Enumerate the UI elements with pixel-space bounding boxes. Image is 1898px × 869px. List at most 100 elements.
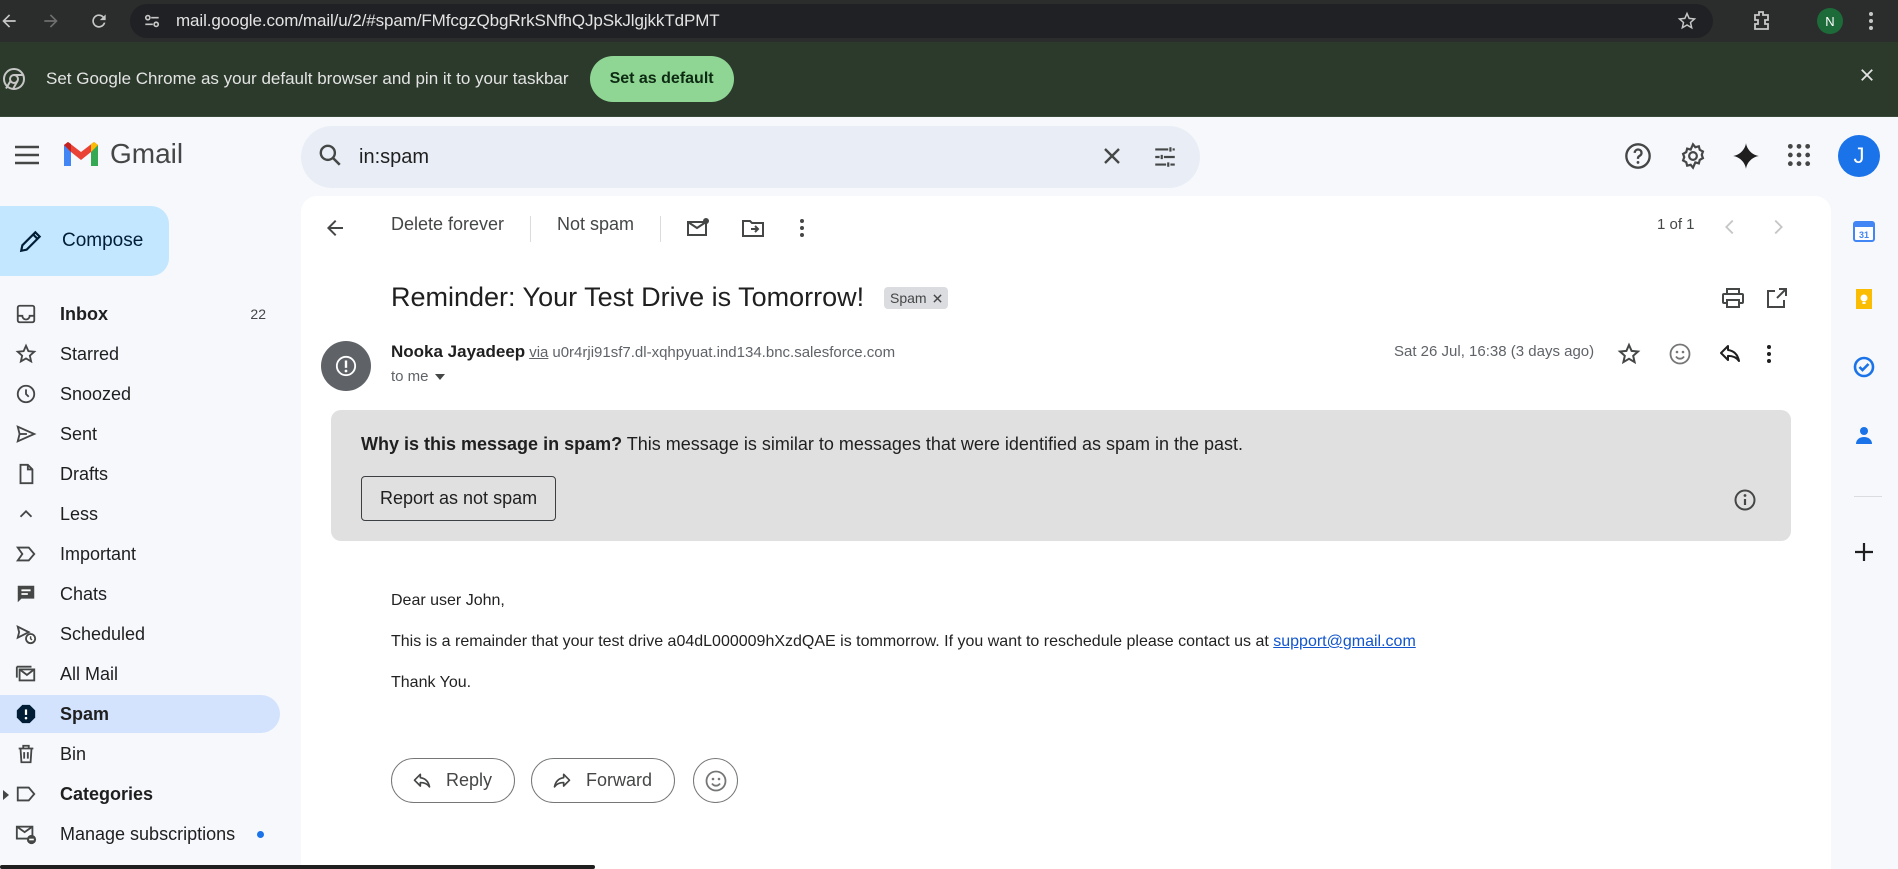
gemini-sparkle-icon[interactable] [1732, 142, 1760, 175]
address-bar[interactable]: mail.google.com/mail/u/2/#spam/FMfcgzQbg… [130, 4, 1713, 38]
site-info-icon[interactable] [134, 11, 170, 31]
inbox-icon [13, 301, 39, 327]
email-signoff: Thank You. [391, 674, 472, 691]
chat-icon [13, 581, 39, 607]
reply-icon[interactable] [1718, 342, 1742, 371]
sidebar-item-all-mail[interactable]: All Mail [0, 655, 280, 693]
gmail-logo[interactable]: Gmail [62, 138, 183, 170]
older-chevron-icon[interactable] [1767, 216, 1789, 243]
spam-warning-box: Why is this message in spam? This messag… [331, 410, 1791, 541]
sidebar-item-snoozed[interactable]: Snoozed [0, 375, 280, 413]
toolbar-divider [530, 216, 531, 242]
contacts-icon[interactable] [1852, 423, 1876, 452]
reload-icon[interactable] [82, 4, 116, 38]
url-text[interactable]: mail.google.com/mail/u/2/#spam/FMfcgzQbg… [176, 11, 720, 31]
help-icon[interactable] [1624, 142, 1652, 175]
report-not-spam-button[interactable]: Report as not spam [361, 476, 557, 521]
scheduled-icon [13, 621, 39, 647]
extensions-icon[interactable] [1750, 9, 1774, 38]
close-banner-icon[interactable] [1858, 66, 1876, 89]
compose-button[interactable]: Compose [0, 206, 169, 276]
sidebar-item-categories[interactable]: Categories [0, 775, 280, 813]
spam-icon [13, 701, 39, 727]
more-options-icon[interactable] [799, 216, 805, 245]
add-addon-icon[interactable] [1852, 540, 1876, 569]
clear-search-icon[interactable] [1100, 144, 1124, 173]
move-to-icon[interactable] [741, 216, 765, 245]
forward-icon[interactable] [34, 4, 68, 38]
gmail-wordmark: Gmail [110, 138, 184, 169]
side-panel-divider [1854, 496, 1882, 497]
recipient-details[interactable]: to me [391, 368, 445, 385]
sidebar-item-bin[interactable]: Bin [0, 735, 280, 773]
gmail-m-icon [64, 141, 98, 166]
star-message-icon[interactable] [1617, 342, 1641, 371]
subscriptions-icon [13, 821, 39, 847]
set-as-default-button[interactable]: Set as default [589, 56, 734, 102]
sender-name[interactable]: Nooka Jayadeep [391, 342, 525, 361]
sidebar-item-label: Starred [60, 343, 120, 364]
open-new-window-icon[interactable] [1765, 286, 1789, 315]
all-mail-icon [13, 661, 39, 687]
chrome-menu-icon[interactable] [1868, 9, 1874, 38]
sidebar: Compose Inbox 22 Starred Snoozed Sent Dr… [0, 194, 290, 869]
chrome-profile-avatar[interactable]: N [1817, 8, 1843, 34]
sender-avatar[interactable] [321, 341, 371, 391]
forward-button[interactable]: Forward [531, 758, 676, 803]
back-icon[interactable] [0, 4, 26, 38]
sidebar-item-label: Manage subscriptions [60, 823, 236, 844]
pagination-text: 1 of 1 [1657, 216, 1695, 233]
google-apps-icon[interactable] [1786, 142, 1812, 173]
info-icon[interactable] [1733, 488, 1757, 517]
sidebar-item-starred[interactable]: Starred [0, 335, 280, 373]
message-more-icon[interactable] [1766, 342, 1772, 371]
sidebar-item-label: Spam [60, 703, 110, 724]
sidebar-item-important[interactable]: Important [0, 535, 280, 573]
support-email-link[interactable]: support@gmail.com [1273, 633, 1416, 650]
sidebar-item-label: Bin [60, 743, 87, 764]
keep-icon[interactable] [1852, 287, 1876, 316]
label-icon [13, 781, 39, 807]
expand-arrow-icon[interactable] [2, 788, 10, 806]
account-avatar[interactable]: J [1838, 135, 1880, 177]
search-options-icon[interactable] [1152, 144, 1178, 175]
search-input[interactable]: in:spam [359, 146, 429, 169]
caret-down-icon[interactable] [434, 373, 445, 380]
svg-text:31: 31 [1859, 230, 1869, 240]
calendar-icon[interactable]: 31 [1852, 219, 1876, 248]
sidebar-item-manage-subscriptions[interactable]: Manage subscriptions [0, 815, 280, 853]
newer-chevron-icon[interactable] [1719, 216, 1741, 243]
remove-label-icon[interactable] [932, 290, 942, 306]
send-icon [13, 421, 39, 447]
compose-label: Compose [62, 230, 144, 251]
mark-unread-icon[interactable] [686, 216, 710, 245]
main-menu-icon[interactable] [14, 144, 40, 171]
print-icon[interactable] [1721, 286, 1745, 315]
tasks-icon[interactable] [1852, 355, 1876, 384]
sidebar-item-inbox[interactable]: Inbox 22 [0, 295, 280, 333]
delete-forever-button[interactable]: Delete forever [391, 214, 504, 235]
sidebar-item-scheduled[interactable]: Scheduled [0, 615, 280, 653]
via-link[interactable]: via [529, 344, 548, 361]
reply-button[interactable]: Reply [391, 758, 516, 803]
browser-toolbar: mail.google.com/mail/u/2/#spam/FMfcgzQbg… [0, 0, 1898, 42]
sidebar-item-spam[interactable]: Spam [0, 695, 280, 733]
spam-warning-heading: Why is this message in spam? [361, 434, 623, 454]
emoji-reaction-button[interactable] [693, 758, 738, 803]
sidebar-item-less[interactable]: Less [0, 495, 280, 533]
not-spam-button[interactable]: Not spam [557, 214, 634, 235]
emoji-react-icon[interactable] [1668, 342, 1692, 371]
star-icon [13, 341, 39, 367]
settings-gear-icon[interactable] [1679, 142, 1707, 175]
sidebar-item-sent[interactable]: Sent [0, 415, 280, 453]
reply-arrow-icon [413, 773, 431, 788]
bookmark-star-icon[interactable] [1677, 11, 1697, 36]
search-icon[interactable] [317, 142, 343, 173]
sidebar-item-drafts[interactable]: Drafts [0, 455, 280, 493]
toolbar-divider [660, 216, 661, 242]
inbox-unread-count: 22 [250, 306, 266, 322]
search-bar[interactable]: in:spam [301, 126, 1200, 188]
back-to-list-icon[interactable] [323, 216, 347, 245]
sidebar-item-chats[interactable]: Chats [0, 575, 280, 613]
forward-arrow-icon [553, 773, 571, 788]
